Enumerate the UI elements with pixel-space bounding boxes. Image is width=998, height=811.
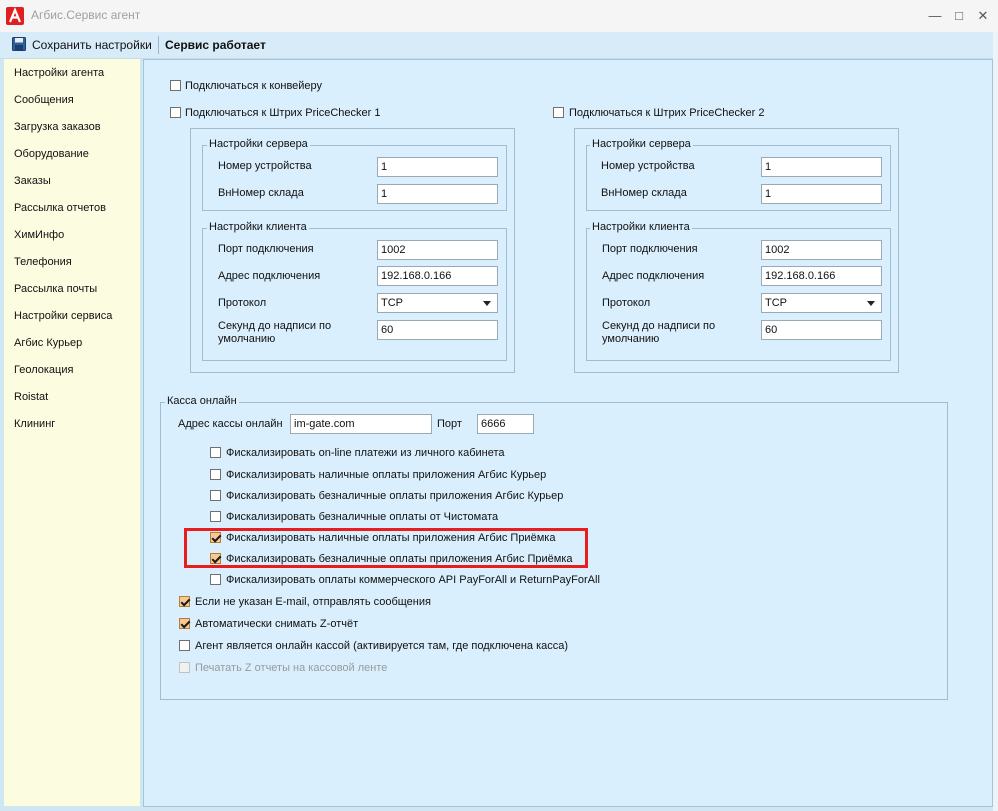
pricechecker1-label: Подключаться к Штрих PriceChecker 1 — [185, 107, 381, 119]
pc1-port-label: Порт подключения — [218, 243, 314, 255]
pricechecker2-label: Подключаться к Штрих PriceChecker 2 — [569, 107, 765, 119]
pc1-protocol-label: Протокол — [218, 297, 267, 309]
pc1-device-label: Номер устройства — [218, 160, 312, 172]
pc1-address-input[interactable]: 192.168.0.166 — [377, 266, 498, 286]
maximize-button[interactable]: □ — [948, 6, 970, 26]
minimize-button[interactable]: — — [924, 6, 946, 26]
pc2-protocol-label: Протокол — [602, 297, 651, 309]
pc2-timeout-input[interactable]: 60 — [761, 320, 882, 340]
sidebar-item-report-mailing[interactable]: Рассылка отчетов — [14, 202, 106, 214]
window-right-edge — [993, 32, 998, 811]
print-z-reports-label: Печатать Z отчеты на кассовой ленте — [195, 662, 388, 674]
kassa-port-label: Порт — [437, 418, 462, 430]
fiscal-chistomat-checkbox[interactable] — [210, 511, 221, 522]
email-fallback-checkbox[interactable] — [179, 596, 190, 607]
conveyor-checkbox[interactable] — [170, 80, 181, 91]
pc1-device-input[interactable]: 1 — [377, 157, 498, 177]
pc1-protocol-select[interactable]: TCP — [377, 293, 498, 313]
fiscal-courier-cashless-label: Фискализировать безналичные оплаты прило… — [226, 490, 564, 502]
title-bar — [0, 0, 998, 32]
sidebar-item-mail[interactable]: Рассылка почты — [14, 283, 97, 295]
pc2-protocol-select[interactable]: TCP — [761, 293, 882, 313]
pricechecker2-checkbox[interactable] — [553, 107, 564, 118]
sidebar — [4, 59, 140, 806]
floppy-save-icon[interactable] — [12, 37, 26, 51]
print-z-reports-checkbox — [179, 662, 190, 673]
agent-online-kassa-checkbox[interactable] — [179, 640, 190, 651]
sidebar-item-geolocation[interactable]: Геолокация — [14, 364, 73, 376]
pc2-warehouse-input[interactable]: 1 — [761, 184, 882, 204]
pc1-timeout-label-line1: Секунд до надписи по — [218, 320, 332, 332]
kassa-address-label: Адрес кассы онлайн — [178, 418, 283, 430]
agent-online-kassa-label: Агент является онлайн кассой (активирует… — [195, 640, 569, 652]
conveyor-label: Подключаться к конвейеру — [185, 80, 323, 92]
fiscal-online-payments-label: Фискализировать on-line платежи из лично… — [226, 447, 505, 459]
pc2-timeout-label-line2: умолчанию — [602, 333, 660, 345]
pc2-warehouse-label: ВнНомер склада — [601, 187, 687, 199]
sidebar-item-equipment[interactable]: Оборудование — [14, 148, 89, 160]
kassa-online-title: Касса онлайн — [165, 395, 239, 407]
email-fallback-label: Если не указан E-mail, отправлять сообще… — [195, 596, 431, 608]
toolbar-separator — [158, 36, 159, 54]
service-status: Сервис работает — [165, 38, 266, 52]
sidebar-item-order-import[interactable]: Загрузка заказов — [14, 121, 101, 133]
pricechecker1-checkbox[interactable] — [170, 107, 181, 118]
kassa-address-input[interactable]: im-gate.com — [290, 414, 432, 434]
pc2-port-input[interactable]: 1002 — [761, 240, 882, 260]
pc2-protocol-value: TCP — [765, 297, 787, 309]
pc2-timeout-label-line1: Секунд до надписи по — [602, 320, 716, 332]
app-logo-icon — [6, 7, 24, 25]
fiscal-online-payments-checkbox[interactable] — [210, 447, 221, 458]
window-title: Агбис.Сервис агент — [31, 8, 141, 22]
pc1-protocol-value: TCP — [381, 297, 403, 309]
fiscal-chistomat-label: Фискализировать безналичные оплаты от Чи… — [226, 511, 499, 523]
fiscal-api-payforall-label: Фискализировать оплаты коммерческого API… — [226, 574, 600, 586]
pc2-device-input[interactable]: 1 — [761, 157, 882, 177]
pc1-port-input[interactable]: 1002 — [377, 240, 498, 260]
sidebar-item-courier[interactable]: Агбис Курьер — [14, 337, 82, 349]
close-button[interactable]: ✕ — [972, 6, 994, 26]
pc1-warehouse-label: ВнНомер склада — [218, 187, 304, 199]
pc1-client-title: Настройки клиента — [207, 221, 309, 233]
red-highlight-box — [184, 528, 588, 568]
pc1-warehouse-input[interactable]: 1 — [377, 184, 498, 204]
pc1-timeout-input[interactable]: 60 — [377, 320, 498, 340]
pc2-port-label: Порт подключения — [602, 243, 698, 255]
sidebar-item-orders[interactable]: Заказы — [14, 175, 51, 187]
pc1-server-title: Настройки сервера — [207, 138, 310, 150]
chevron-down-icon[interactable] — [483, 301, 491, 306]
pc1-address-label: Адрес подключения — [218, 270, 321, 282]
fiscal-courier-cash-checkbox[interactable] — [210, 469, 221, 480]
sidebar-item-chiminfo[interactable]: ХимИнфо — [14, 229, 64, 241]
pc2-device-label: Номер устройства — [601, 160, 695, 172]
auto-z-report-checkbox[interactable] — [179, 618, 190, 629]
pc2-address-input[interactable]: 192.168.0.166 — [761, 266, 882, 286]
fiscal-api-payforall-checkbox[interactable] — [210, 574, 221, 585]
sidebar-item-messages[interactable]: Сообщения — [14, 94, 74, 106]
fiscal-courier-cashless-checkbox[interactable] — [210, 490, 221, 501]
kassa-port-input[interactable]: 6666 — [477, 414, 534, 434]
pc2-client-title: Настройки клиента — [590, 221, 692, 233]
fiscal-courier-cash-label: Фискализировать наличные оплаты приложен… — [226, 469, 547, 481]
sidebar-item-service-settings[interactable]: Настройки сервиса — [14, 310, 112, 322]
save-settings-button[interactable]: Сохранить настройки — [32, 38, 152, 52]
sidebar-item-cleaning[interactable]: Клининг — [14, 418, 55, 430]
sidebar-item-telephony[interactable]: Телефония — [14, 256, 72, 268]
pc2-server-title: Настройки сервера — [590, 138, 693, 150]
chevron-down-icon[interactable] — [867, 301, 875, 306]
pc1-timeout-label-line2: умолчанию — [218, 333, 276, 345]
pc2-address-label: Адрес подключения — [602, 270, 705, 282]
sidebar-item-roistat[interactable]: Roistat — [14, 391, 48, 403]
auto-z-report-label: Автоматически снимать Z-отчёт — [195, 618, 359, 630]
sidebar-item-agent-settings[interactable]: Настройки агента — [14, 67, 104, 79]
